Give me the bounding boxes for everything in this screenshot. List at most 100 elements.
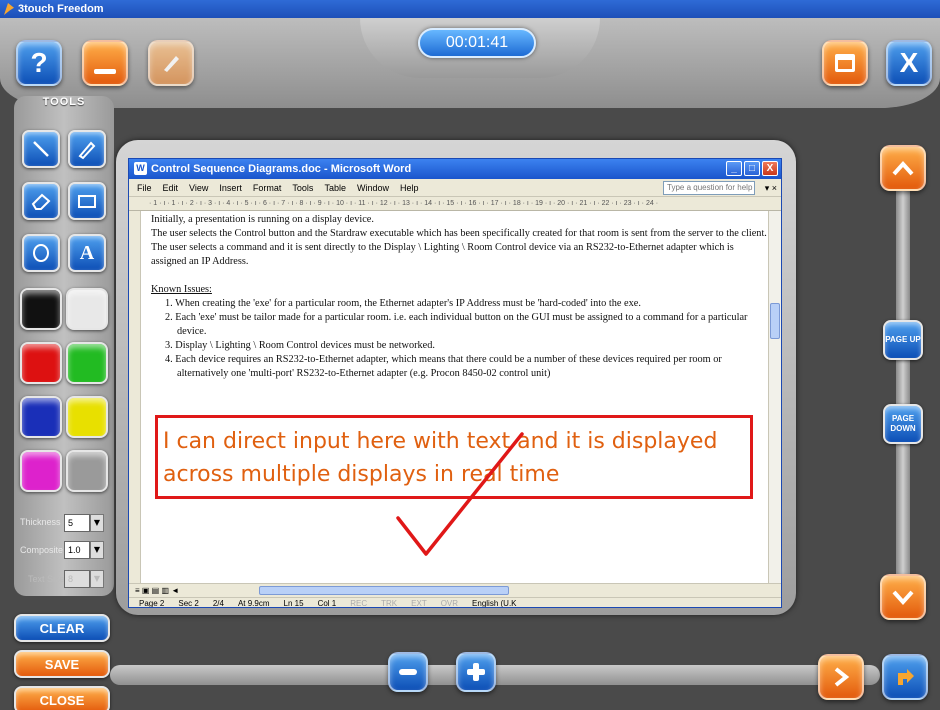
color-swatch[interactable] <box>66 342 108 384</box>
horizontal-scrollbar[interactable]: ≡ ▣ ▤ ▥ ◄ <box>129 583 781 597</box>
page-up-button[interactable]: PAGE UP <box>883 320 923 360</box>
word-menubar: File Edit View Insert Format Tools Table Window… <box>129 179 781 197</box>
paragraph-intro: Initially, a presentation is running on … <box>151 214 374 225</box>
status-section: Sec 2 <box>178 599 199 608</box>
ellipse-tool-button[interactable] <box>22 234 60 272</box>
thickness-select[interactable]: 5 <box>64 514 90 532</box>
help-search-input[interactable]: Type a question for help <box>663 181 755 195</box>
chevron-down-icon <box>892 590 914 605</box>
close-app-button[interactable]: X <box>886 40 932 86</box>
pencil-tool-button[interactable] <box>68 130 106 168</box>
pencil-icon <box>78 141 96 160</box>
minimize-button[interactable] <box>82 40 128 86</box>
menu-item[interactable]: File <box>137 179 152 196</box>
help-button[interactable]: ? <box>16 40 62 86</box>
thickness-dropdown-icon[interactable]: ▼ <box>90 514 104 532</box>
paragraph-command: The user selects a command and it is sen… <box>151 242 734 267</box>
word-maximize-button[interactable]: □ <box>744 161 760 176</box>
zoom-in-button[interactable] <box>456 652 496 692</box>
vertical-scrollbar[interactable] <box>768 211 781 583</box>
chevron-right-icon <box>834 667 850 687</box>
paragraph-control: The user selects the Control button and … <box>151 228 767 239</box>
color-swatch[interactable] <box>66 396 108 438</box>
pen-icon <box>164 56 179 72</box>
textsize-label: Text Size <box>28 574 65 584</box>
menu-item[interactable]: Format <box>253 179 282 196</box>
view-mode-icons[interactable]: ≡ ▣ ▤ ▥ ◄ <box>135 586 179 595</box>
scroll-down-button[interactable] <box>880 574 926 620</box>
issue-item-3: 3. Display \ Lighting \ Room Control dev… <box>165 340 435 351</box>
menu-close-icon[interactable]: ▾ × <box>765 179 777 197</box>
edit-pen-button[interactable] <box>148 40 194 86</box>
color-swatch[interactable] <box>66 288 108 330</box>
line-icon <box>33 141 49 157</box>
session-timer: 00:01:41 <box>418 28 536 58</box>
word-doc-icon: W <box>134 162 147 175</box>
word-minimize-button[interactable]: _ <box>726 161 742 176</box>
status-line: Ln 15 <box>283 599 304 608</box>
word-close-button[interactable]: X <box>762 161 778 176</box>
status-col: Col 1 <box>317 599 337 608</box>
menu-item[interactable]: Insert <box>219 179 242 196</box>
zoom-out-button[interactable] <box>388 652 428 692</box>
save-button[interactable]: SAVE <box>14 650 110 678</box>
menu-item[interactable]: Help <box>400 179 419 196</box>
status-rec: REC <box>350 599 368 608</box>
word-statusbar: Page 2 Sec 2 2/4 At 9.9cm Ln 15 Col 1 RE… <box>129 597 781 608</box>
document-text: Initially, a presentation is running on … <box>151 213 769 381</box>
app-logo-icon <box>4 3 14 15</box>
color-swatch[interactable] <box>20 450 62 492</box>
issue-item-4: 4. Each device requires an RS232-to-Ethe… <box>165 354 722 379</box>
color-swatch[interactable] <box>66 450 108 492</box>
window-icon <box>835 54 855 72</box>
word-titlebar: W Control Sequence Diagrams.doc - Micros… <box>129 159 781 179</box>
color-swatch[interactable] <box>20 288 62 330</box>
help-icon: ? <box>30 47 48 78</box>
page-down-button[interactable]: PAGE DOWN <box>883 404 923 444</box>
color-swatch[interactable] <box>20 342 62 384</box>
line-tool-button[interactable] <box>22 130 60 168</box>
ellipse-icon <box>33 244 49 262</box>
vertical-ruler <box>129 211 141 583</box>
status-at: At 9.9cm <box>237 599 270 608</box>
next-button[interactable] <box>818 654 864 700</box>
app-title: 3touch Freedom <box>18 3 104 15</box>
status-page: Page 2 <box>139 599 165 608</box>
composite-select[interactable]: 1.0 <box>64 541 90 559</box>
status-language: English (U.K <box>472 599 517 608</box>
eraser-tool-button[interactable] <box>22 182 60 220</box>
textsize-select[interactable]: 8 <box>64 570 90 588</box>
minus-icon <box>399 669 417 675</box>
menu-item[interactable]: Tools <box>292 179 313 196</box>
text-tool-button[interactable]: A <box>68 234 106 272</box>
menu-item[interactable]: Edit <box>163 179 179 196</box>
color-swatch[interactable] <box>20 396 62 438</box>
tools-title: TOOLS <box>42 96 86 108</box>
menu-item[interactable]: View <box>189 179 208 196</box>
horizontal-scroll-thumb[interactable] <box>259 586 509 595</box>
close-button[interactable]: CLOSE <box>14 686 110 710</box>
sync-button[interactable] <box>882 654 928 700</box>
arrow-sync-icon <box>898 669 914 685</box>
right-rail <box>896 150 910 620</box>
vertical-scroll-thumb[interactable] <box>770 303 780 339</box>
textsize-dropdown-icon[interactable]: ▼ <box>90 570 104 588</box>
eraser-icon <box>31 193 51 210</box>
close-icon: X <box>899 47 919 78</box>
status-trk: TRK <box>381 599 398 608</box>
checkmark-annotation-icon <box>396 432 524 556</box>
horizontal-ruler: · 1 · ı · 1 · ı · 2 · ı · 3 · ı · 4 · ı … <box>129 197 781 211</box>
scroll-up-button[interactable] <box>880 145 926 191</box>
word-window-controls: _ □ X <box>726 161 778 176</box>
issue-item-2: 2. Each 'exe' must be tailor made for a … <box>165 312 748 337</box>
menu-item[interactable]: Window <box>357 179 389 196</box>
rectangle-tool-button[interactable] <box>68 182 106 220</box>
app-titlebar: 3touch Freedom <box>0 0 940 18</box>
word-window-title: Control Sequence Diagrams.doc - Microsof… <box>151 163 412 175</box>
plus-icon <box>467 663 485 681</box>
window-mode-button[interactable] <box>822 40 868 86</box>
menu-item[interactable]: Table <box>324 179 346 196</box>
composite-dropdown-icon[interactable]: ▼ <box>90 541 104 559</box>
chevron-up-icon <box>892 161 914 176</box>
clear-button[interactable]: CLEAR <box>14 614 110 642</box>
